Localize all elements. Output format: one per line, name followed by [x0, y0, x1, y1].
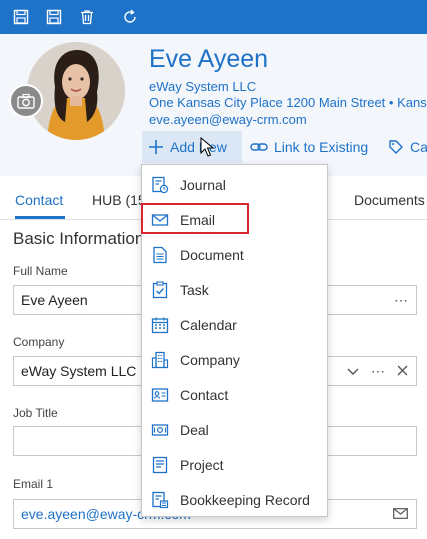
delete-icon[interactable] [76, 6, 98, 28]
menu-item-label: Calendar [180, 317, 237, 333]
menu-item-label: Deal [180, 422, 209, 438]
company-icon [151, 351, 169, 369]
deal-icon [151, 424, 169, 436]
header-actions: Add New Link to Existing Ca [142, 131, 427, 165]
more-icon[interactable]: ⋯ [371, 363, 385, 380]
plus-icon [149, 140, 163, 154]
menu-item-company[interactable]: Company [142, 342, 327, 377]
menu-item-project[interactable]: Project [142, 447, 327, 482]
camera-icon[interactable] [9, 84, 43, 118]
menu-item-label: Bookkeeping Record [180, 492, 310, 508]
menu-item-journal[interactable]: Journal [142, 167, 327, 202]
menu-item-contact[interactable]: Contact [142, 377, 327, 412]
tag-icon [389, 140, 403, 154]
envelope-icon[interactable] [393, 506, 408, 522]
email1-label: Email 1 [13, 477, 54, 491]
save-close-icon[interactable] [10, 6, 32, 28]
contact-address-link[interactable]: One Kansas City Place 1200 Main Street •… [149, 95, 427, 110]
link-icon [250, 143, 268, 151]
contact-name: Eve Ayeen [149, 45, 269, 73]
company-value: eWay System LLC [21, 363, 137, 379]
tab-hub[interactable]: HUB (15 [92, 192, 146, 208]
chevron-down-icon[interactable] [347, 363, 359, 379]
tab-documents[interactable]: Documents [354, 192, 425, 208]
menu-item-document[interactable]: Document [142, 237, 327, 272]
add-new-label: Add New [170, 139, 227, 155]
tab-contact[interactable]: Contact [15, 192, 63, 208]
contact-email-link[interactable]: eve.ayeen@eway-crm.com [149, 112, 307, 127]
company-label: Company [13, 335, 65, 349]
email-highlight-box [141, 203, 249, 234]
more-icon[interactable]: ⋯ [394, 292, 408, 309]
link-to-existing-button[interactable]: Link to Existing [250, 131, 368, 163]
menu-item-label: Task [180, 282, 209, 298]
menu-item-label: Journal [180, 177, 226, 193]
document-icon [153, 246, 167, 264]
active-tab-indicator [15, 216, 65, 219]
job-title-label: Job Title [13, 406, 58, 420]
menu-item-bookkeeping-record[interactable]: Bookkeeping Record [142, 482, 327, 517]
menu-item-label: Company [180, 352, 240, 368]
full-name-label: Full Name [13, 264, 68, 278]
category-button[interactable]: Ca [388, 131, 427, 163]
contact-card-icon [151, 388, 169, 402]
menu-item-label: Document [180, 247, 244, 263]
project-icon [152, 456, 168, 474]
link-to-existing-label: Link to Existing [274, 139, 369, 155]
mouse-pointer-icon [200, 137, 214, 157]
task-icon [152, 281, 168, 299]
menu-item-label: Contact [180, 387, 229, 403]
menu-item-calendar[interactable]: Calendar [142, 307, 327, 342]
add-new-button[interactable]: Add New [142, 131, 242, 163]
menu-item-task[interactable]: Task [142, 272, 327, 307]
journal-icon [152, 176, 169, 194]
calendar-icon [151, 317, 169, 334]
save-icon[interactable] [43, 6, 65, 28]
menu-item-deal[interactable]: Deal [142, 412, 327, 447]
bookkeeping-icon [152, 491, 169, 509]
refresh-icon[interactable] [119, 6, 141, 28]
toolbar [0, 0, 427, 34]
menu-item-label: Project [180, 457, 224, 473]
category-label: Ca [410, 139, 427, 155]
close-icon[interactable] [397, 363, 408, 379]
contact-company-link[interactable]: eWay System LLC [149, 79, 256, 94]
full-name-value: Eve Ayeen [21, 292, 88, 308]
section-title: Basic Information [13, 229, 145, 248]
avatar [27, 42, 125, 140]
